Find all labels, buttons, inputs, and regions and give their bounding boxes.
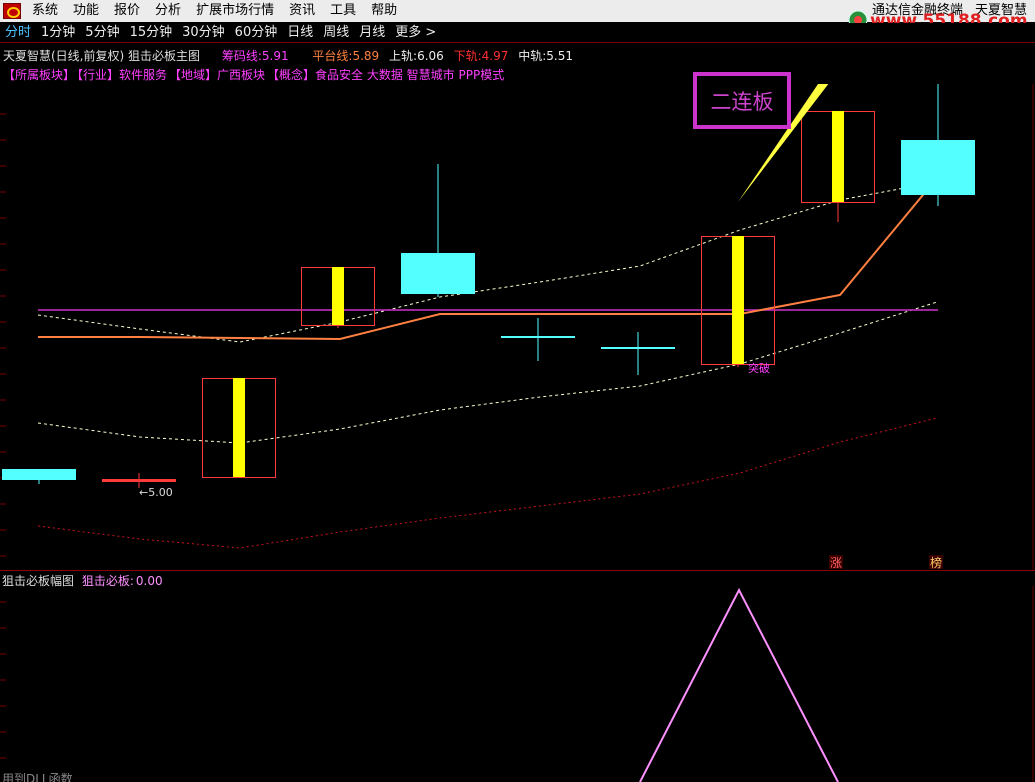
sub-indicator-line xyxy=(639,587,839,782)
menu-item-6[interactable]: 工具 xyxy=(323,0,364,22)
menu-item-4[interactable]: 扩展市场行情 xyxy=(189,0,282,22)
candle-doji-body xyxy=(102,479,176,482)
mid-value: 5.51 xyxy=(546,49,573,63)
sector-item-1: 【行业】软件服务 xyxy=(77,68,168,82)
menu-right: 通达信金融终端 天夏智慧 xyxy=(860,0,1027,22)
period-tab-4[interactable]: 30分钟 xyxy=(177,23,230,43)
lower-band-line xyxy=(37,301,938,444)
kline-chart[interactable]: ← 7.11←5.00突破涨榜 xyxy=(0,84,1035,570)
zhang-badge: 涨 xyxy=(830,555,842,570)
sub-indicator-chart[interactable] xyxy=(0,586,1035,782)
upper-label: 上轨: xyxy=(389,49,418,63)
period-tab-0[interactable]: 分时 xyxy=(0,23,36,43)
sector-line: 【所属板块】 【行业】软件服务 【地域】广西板块 【概念】食品安全 大数据 智慧城市 … xyxy=(3,66,506,83)
menu-item-0[interactable]: 系统 xyxy=(25,0,66,22)
chart-title-line: 天夏智慧(日线,前复权) 狙击必板主图 筹码线:5.91 平台线:5.89 上轨… xyxy=(3,47,579,64)
menu-item-3[interactable]: 分析 xyxy=(148,0,189,22)
period-tab-5[interactable]: 60分钟 xyxy=(230,23,283,43)
period-tab-6[interactable]: 日线 xyxy=(282,23,318,43)
sector-item-3: 【概念】食品安全 大数据 智慧城市 PPP模式 xyxy=(267,68,505,82)
candle-up-fill xyxy=(233,378,245,477)
pingtai-value: 5.89 xyxy=(352,49,380,63)
candle-up-fill xyxy=(732,236,744,364)
bang-badge: 榜 xyxy=(930,555,942,570)
candle-down-body xyxy=(401,253,475,294)
lianban-annotation: 二连板 xyxy=(693,72,791,129)
menu-bar: 系统 功能 报价 分析 扩展市场行情 资讯 工具 帮助 通达信金融终端 天夏智慧 www.55… xyxy=(0,0,1035,31)
pingtai-label: 平台线: xyxy=(312,49,353,63)
sector-item-2: 【地域】广西板块 xyxy=(169,68,266,82)
period-tab-9[interactable]: 更多 > xyxy=(390,23,441,43)
menu-items: 系统 功能 报价 分析 扩展市场行情 资讯 工具 帮助 xyxy=(25,0,405,22)
period-tab-3[interactable]: 15分钟 xyxy=(125,23,178,43)
menu-item-1[interactable]: 功能 xyxy=(66,0,107,22)
app-name: 通达信金融终端 xyxy=(871,3,963,18)
tupo-label: 突破 xyxy=(748,361,770,375)
app-logo-icon[interactable] xyxy=(3,3,21,19)
bottom-status-text: 用到DLL函数 xyxy=(2,772,73,782)
chouma-label: 筹码线: xyxy=(221,49,262,63)
lower-label: 下轨: xyxy=(453,49,482,63)
stock-name: 天夏智慧 xyxy=(974,3,1027,18)
candle-doji-body xyxy=(601,347,675,349)
candle-down-body xyxy=(2,469,76,480)
upper-value: 6.06 xyxy=(417,49,444,63)
period-tab-2[interactable]: 5分钟 xyxy=(80,23,124,43)
candle-up-fill xyxy=(832,111,844,202)
low-price-label: ←5.00 xyxy=(139,486,173,499)
sector-item-0: 【所属板块】 xyxy=(3,68,76,82)
period-tab-8[interactable]: 月线 xyxy=(354,23,390,43)
candle-doji-body xyxy=(501,336,575,338)
upper-band-line xyxy=(37,181,938,343)
mid-label: 中轨: xyxy=(518,49,547,63)
menu-item-5[interactable]: 资讯 xyxy=(282,0,323,22)
red-band-line xyxy=(37,417,938,549)
chouma-value: 5.91 xyxy=(261,49,289,63)
lower-value: 4.97 xyxy=(481,49,509,63)
period-tab-7[interactable]: 周线 xyxy=(318,23,354,43)
candle-up-fill xyxy=(332,267,344,325)
candle-down-body xyxy=(901,140,975,195)
menu-item-2[interactable]: 报价 xyxy=(107,0,148,22)
period-tab-1[interactable]: 1分钟 xyxy=(36,23,80,43)
period-bar: 分时 1分钟 5分钟 15分钟 30分钟 60分钟 日线 周线 月线 更多 > xyxy=(0,23,1035,43)
chart-title: 天夏智慧(日线,前复权) 狙击必板主图 xyxy=(3,49,200,63)
sub-divider xyxy=(0,570,1035,571)
menu-item-7[interactable]: 帮助 xyxy=(364,0,405,22)
